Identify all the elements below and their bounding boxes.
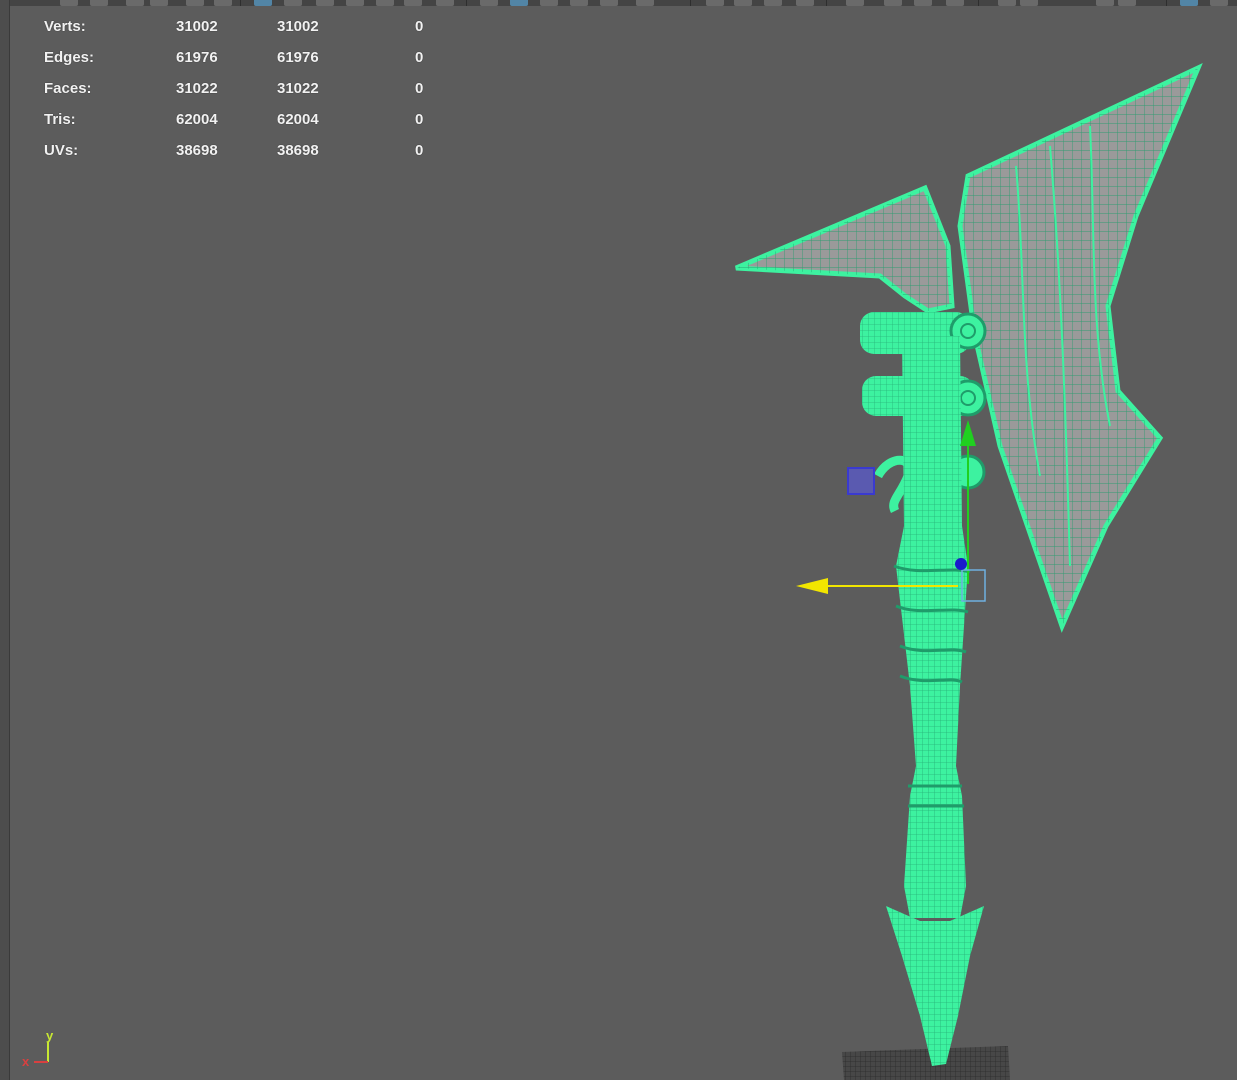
manip-z-handle (955, 558, 967, 570)
hud-row: Verts: 31002 31002 0 (44, 16, 444, 47)
axe-blade-large[interactable] (957, 62, 1203, 633)
manip-pivot-box (847, 467, 875, 495)
stat-value-selected: 61976 (277, 49, 319, 66)
axis-label-x: x (22, 1054, 30, 1069)
stat-value-extra: 0 (415, 18, 424, 35)
hud-row: Faces: 31022 31022 0 (44, 78, 444, 109)
stat-value-scene: 31022 (176, 80, 218, 97)
stat-label: Tris: (44, 111, 76, 128)
left-panel-edge (0, 0, 10, 1080)
stat-label: Edges: (44, 49, 95, 66)
manip-y-arrow (960, 420, 976, 446)
stat-value-scene: 31002 (176, 18, 218, 35)
stat-value-selected: 31002 (277, 18, 319, 35)
stat-label: Verts: (44, 18, 86, 35)
view-axis-gizmo (34, 1042, 49, 1063)
3d-viewport[interactable]: Verts: 31002 31002 0 Edges: 61976 61976 0 Faces:… (10, 6, 1237, 1080)
stat-value-scene: 62004 (176, 111, 218, 128)
hud-row: Tris: 62004 62004 0 (44, 109, 444, 140)
stat-value-extra: 0 (415, 111, 424, 128)
stat-value-scene: 38698 (176, 142, 218, 159)
poly-count-hud: Verts: 31002 31002 0 Edges: 61976 61976 0 Faces:… (44, 16, 444, 171)
stat-value-selected: 38698 (277, 142, 319, 159)
stat-label: UVs: (44, 142, 79, 159)
hud-row: UVs: 38698 38698 0 (44, 140, 444, 171)
stat-value-extra: 0 (415, 142, 424, 159)
axe-blade-small[interactable] (735, 184, 955, 314)
hud-row: Edges: 61976 61976 0 (44, 47, 444, 78)
manip-x-arrow (796, 578, 828, 594)
stat-value-scene: 61976 (176, 49, 218, 66)
axis-label-y: y (46, 1028, 54, 1043)
stat-label: Faces: (44, 80, 92, 97)
stat-value-extra: 0 (415, 80, 424, 97)
stat-value-selected: 31022 (277, 80, 319, 97)
stat-value-extra: 0 (415, 49, 424, 66)
ground-grid (842, 1046, 1010, 1080)
stat-value-selected: 62004 (277, 111, 319, 128)
axe-handle[interactable] (893, 336, 971, 918)
axe-pommel-spike[interactable] (886, 906, 984, 1066)
